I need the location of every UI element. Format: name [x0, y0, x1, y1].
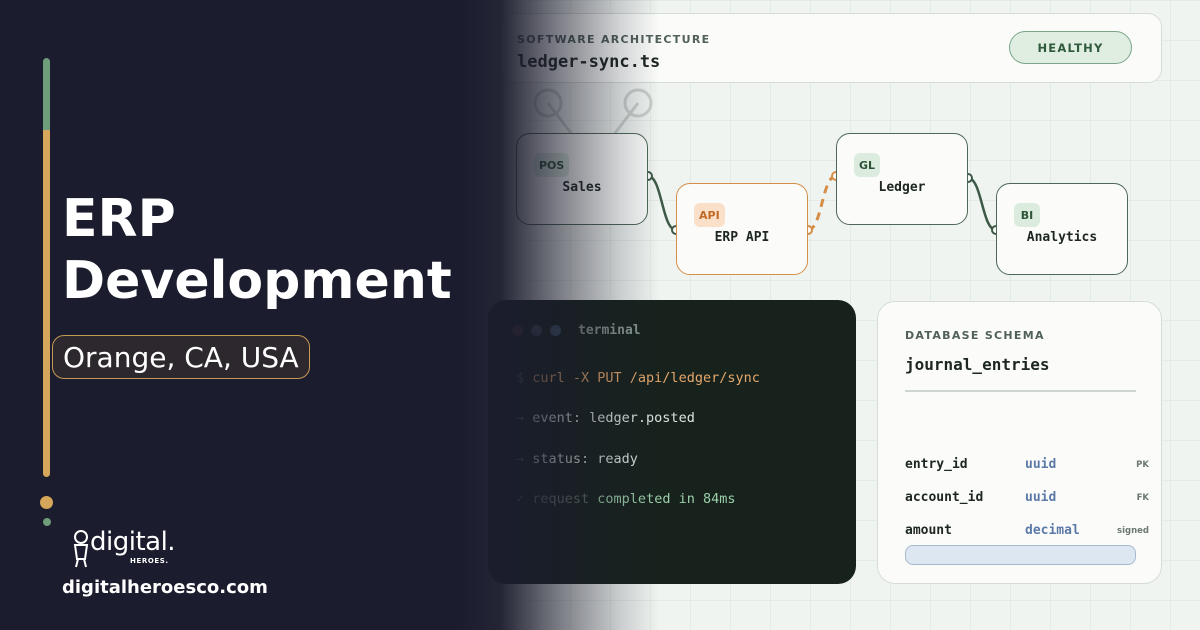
accent-dot-gold	[40, 496, 53, 509]
schema-divider	[905, 390, 1136, 392]
brand-wordmark: digital.	[90, 527, 176, 557]
accent-bar-green	[43, 58, 50, 130]
node-label-ledger: Ledger	[878, 180, 926, 195]
location-pill: Orange, CA, USA	[52, 335, 310, 379]
node-label-sales: Sales	[562, 180, 602, 195]
schema-field-row: entry_id uuid PK	[905, 457, 1149, 477]
field-name: account_id	[905, 490, 984, 505]
terminal-line: → event: ledger.posted	[516, 410, 695, 426]
schema-field-row: amount decimal signed	[905, 523, 1149, 543]
field-name: amount	[905, 523, 952, 538]
brand-sub: HEROES.	[130, 557, 169, 565]
terminal-dot-minimize-icon[interactable]	[531, 325, 542, 336]
node-gl-ledger[interactable]: GL Ledger	[836, 133, 968, 225]
brand-logo[interactable]: digital. HEROES.	[70, 527, 210, 571]
node-chip-api: API	[694, 203, 725, 227]
node-chip-bi: BI	[1014, 203, 1040, 227]
field-type: uuid	[1025, 457, 1057, 472]
field-name: entry_id	[905, 457, 968, 472]
node-pos-sales[interactable]: POS Sales	[516, 133, 648, 225]
terminal-title: terminal	[578, 323, 641, 338]
field-tag: PK	[1136, 460, 1149, 470]
hero-title-line2: Development	[62, 251, 452, 311]
field-tag: FK	[1136, 493, 1149, 503]
node-bi-analytics[interactable]: BI Analytics	[996, 183, 1128, 275]
node-chip-pos: POS	[534, 153, 570, 177]
schema-highlight-bar	[905, 545, 1136, 565]
hero-title-line1: ERP	[62, 189, 176, 249]
accent-dot-green	[43, 518, 51, 526]
node-label-erp-api: ERP API	[714, 230, 770, 245]
terminal-line: ✓ request completed in 84ms	[516, 491, 736, 507]
terminal-line: → status: ready	[516, 451, 638, 467]
hero-mascot-icon	[73, 530, 89, 568]
terminal-line: $ curl -X PUT /api/ledger/sync	[516, 370, 760, 386]
accent-bar-gold	[43, 130, 50, 477]
database-schema-card: DATABASE SCHEMA journal_entries entry_id…	[877, 301, 1162, 584]
field-type: uuid	[1025, 490, 1057, 505]
field-type: decimal	[1025, 523, 1080, 538]
terminal-window: terminal $ curl -X PUT /api/ledger/sync …	[488, 300, 856, 584]
brand-url-link[interactable]: digitalheroesco.com	[62, 577, 268, 598]
field-tag: signed	[1117, 526, 1149, 536]
hero-title: ERP Development	[62, 188, 482, 312]
schema-table-name: journal_entries	[905, 355, 1050, 374]
terminal-dot-maximize-icon[interactable]	[550, 325, 561, 336]
schema-field-row: account_id uuid FK	[905, 490, 1149, 510]
schema-kicker: DATABASE SCHEMA	[905, 329, 1045, 342]
node-chip-gl: GL	[854, 153, 881, 177]
node-label-analytics: Analytics	[1026, 230, 1098, 245]
node-erp-api[interactable]: API ERP API	[676, 183, 808, 275]
terminal-dot-close-icon[interactable]	[512, 325, 523, 336]
